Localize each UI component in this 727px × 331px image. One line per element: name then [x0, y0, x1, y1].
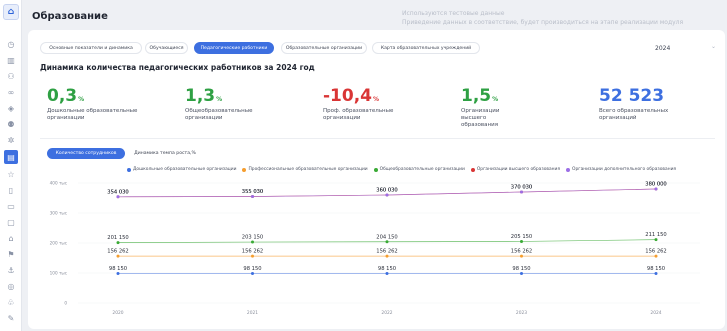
- bus-icon[interactable]: ▭: [5, 200, 17, 212]
- tab-students[interactable]: Обучающиеся: [145, 42, 188, 54]
- section-title: Динамика количества педагогических работ…: [40, 63, 315, 72]
- tab-organizations[interactable]: Образовательные организации: [281, 42, 367, 54]
- tab-teachers[interactable]: Педагогические работники: [194, 42, 274, 54]
- legend-item[interactable]: Дошкольные образовательные организации: [127, 167, 236, 172]
- content-panel: [28, 30, 725, 329]
- chart-tab-growth[interactable]: Динамика темпа роста,%: [128, 148, 202, 159]
- year-select-value: 2024: [655, 44, 671, 52]
- bank-icon[interactable]: ⌂: [5, 232, 17, 244]
- legend-label: Организации высшего образования: [476, 167, 561, 172]
- kpi-number: 1,3: [185, 86, 216, 106]
- kpi-label-general: Общеобразовательные организации: [185, 108, 253, 121]
- tab-map[interactable]: Карта образовательных учреждений: [372, 42, 480, 54]
- building-icon[interactable]: ▥: [5, 54, 17, 66]
- kpi-label-higher: Организации высшего образования: [461, 108, 500, 128]
- chart-legend: Дошкольные образовательные организации П…: [127, 167, 676, 172]
- logo-icon[interactable]: ⌂: [3, 4, 19, 20]
- legend-label: Организации дополнительного образования: [572, 167, 677, 172]
- legend-item[interactable]: Профессиональные образовательные организ…: [242, 167, 368, 172]
- kpi-label-preschool: Дошкольные образовательные организации: [47, 108, 138, 121]
- legend-label: Общеобразовательные организации: [379, 167, 465, 172]
- kpi-value-general: 1,3%: [185, 86, 222, 106]
- kpi-unit: %: [216, 96, 223, 103]
- tab-main-indicators[interactable]: Основные показатели и динамика: [40, 42, 142, 54]
- star-icon[interactable]: ☆: [5, 168, 17, 180]
- legend-dot: [470, 167, 475, 172]
- kpi-unit: %: [78, 96, 85, 103]
- kpi-value-professional: -10,4%: [323, 86, 379, 106]
- legend-dot: [127, 167, 131, 172]
- legend-dot: [373, 167, 378, 172]
- divider: [40, 138, 715, 139]
- kpi-value-preschool: 0,3%: [47, 86, 84, 106]
- chevron-down-icon: ⌄: [710, 43, 716, 50]
- edit-icon[interactable]: ✎: [5, 312, 17, 324]
- kpi-number: 52 523: [599, 86, 665, 106]
- kpi-label-total: Всего образовательных организаций: [599, 108, 669, 121]
- sidebar: ⌂ ◷ ▥ ⚇ ∞ ◈ ⚉ ✲ ▤ ☆ ▯ ▭ ▢ ⌂ ⚑ ⚓ ◎ ♧ ✎: [0, 0, 22, 331]
- notice-line-2: Приведение данных в соответствие, будет …: [402, 19, 684, 26]
- kpi-unit: %: [492, 96, 499, 103]
- education-icon[interactable]: ▤: [4, 150, 18, 164]
- kpi-number: 0,3: [47, 86, 78, 106]
- kpi-number: 1,5: [461, 86, 492, 106]
- kpi-label-professional: Проф. образовательные организации: [323, 108, 394, 121]
- legend-dot: [566, 167, 571, 172]
- kpi-unit: %: [373, 96, 380, 103]
- notice-line-1: Используются тестовые данные: [402, 10, 505, 17]
- page-title: Образование: [32, 11, 108, 22]
- people-icon[interactable]: ⚉: [5, 118, 17, 130]
- settings-icon[interactable]: ✲: [5, 134, 17, 146]
- legend-item[interactable]: Организации дополнительного образования: [566, 167, 676, 172]
- users-icon[interactable]: ⚇: [5, 70, 17, 82]
- legend-item[interactable]: Организации высшего образования: [470, 167, 561, 172]
- legend-item[interactable]: Общеобразовательные организации: [373, 167, 465, 172]
- flag-icon[interactable]: ⚑: [5, 248, 17, 260]
- clock-icon[interactable]: ◷: [5, 38, 17, 50]
- kpi-value-total: 52 523: [599, 86, 665, 106]
- legend-label: Профессиональные образовательные организ…: [248, 167, 368, 172]
- legend-dot: [242, 167, 247, 172]
- chart-tab-count[interactable]: Количество сотрудников: [47, 148, 125, 159]
- globe-icon[interactable]: ◎: [5, 280, 17, 292]
- pill-icon[interactable]: ◈: [5, 102, 17, 114]
- legend-label: Дошкольные образовательные организации: [133, 167, 237, 172]
- tree-icon[interactable]: ♧: [5, 296, 17, 308]
- kpi-value-higher: 1,5%: [461, 86, 498, 106]
- test-data-notice: Используются тестовые данные Приведение …: [402, 9, 683, 27]
- link-icon[interactable]: ∞: [5, 86, 17, 98]
- anchor-icon[interactable]: ⚓: [5, 264, 17, 276]
- kpi-number: -10,4: [323, 86, 372, 106]
- year-select[interactable]: 2024 ⌄: [650, 42, 720, 54]
- chat-icon[interactable]: ▢: [5, 216, 17, 228]
- document-icon[interactable]: ▯: [5, 184, 17, 196]
